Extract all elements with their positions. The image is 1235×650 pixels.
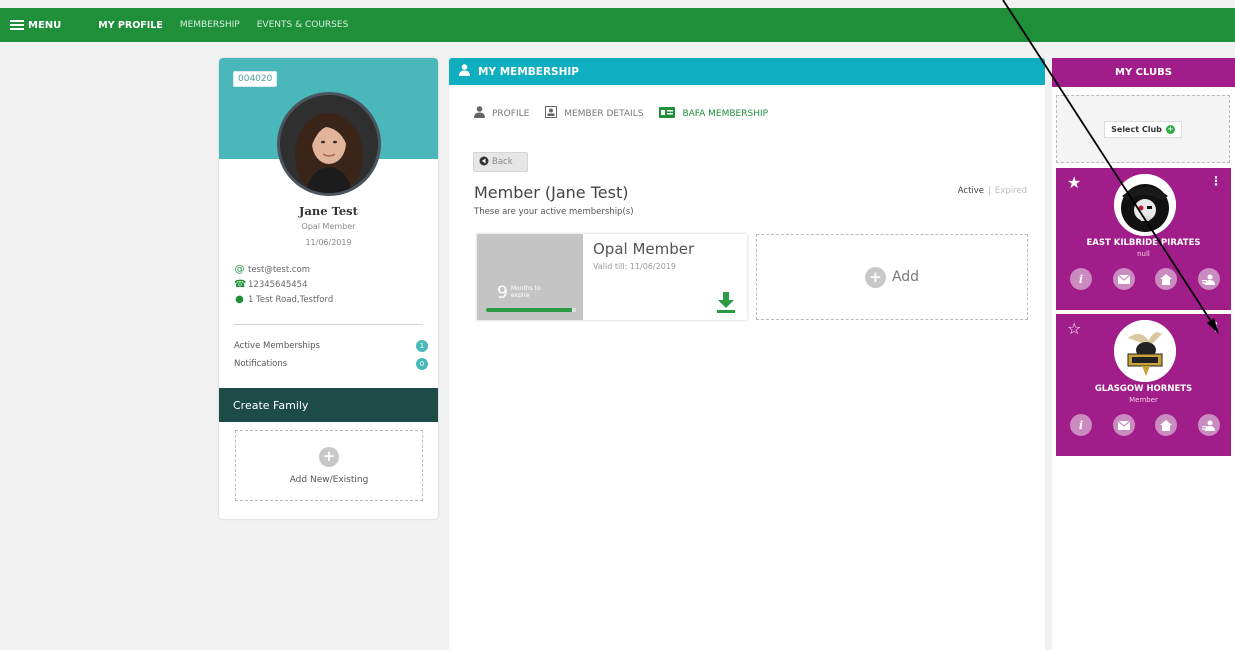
club-name: GLASGOW HORNETS	[1094, 384, 1193, 394]
hamburger-icon	[10, 20, 24, 30]
club-card-glasgow-hornets[interactable]: ☆ ⋮ GLASGOW HORNETS Member i	[1056, 314, 1231, 456]
clubs-panel: MY CLUBS Select Club + ★ ⋮ EAST KILBRIDE…	[1052, 58, 1235, 650]
phone-icon: ☎	[234, 279, 247, 290]
home-icon[interactable]	[1155, 414, 1178, 436]
tab-member-details[interactable]: MEMBER DETAILS	[545, 106, 643, 121]
club-role: Member	[1129, 396, 1158, 404]
add-membership-button[interactable]: + Add	[756, 234, 1028, 320]
info-icon[interactable]: i	[1070, 268, 1092, 290]
mail-icon[interactable]	[1112, 268, 1135, 290]
add-circle-icon: +	[1165, 124, 1175, 134]
tab-profile[interactable]: PROFILE	[474, 106, 529, 121]
membership-card[interactable]: 9 Months to expire Opal Member Valid til…	[477, 234, 747, 320]
months-text: Months to expire	[510, 285, 541, 299]
contact-email[interactable]: @ test@test.com	[234, 264, 311, 275]
contact-phone[interactable]: ☎ 12345645454	[234, 279, 308, 290]
stat-label: Notifications	[234, 359, 288, 369]
profile-name: Jane Test	[299, 204, 358, 218]
tab-label: PROFILE	[492, 108, 530, 119]
location-pin-icon: ●	[235, 294, 244, 305]
info-icon[interactable]: i	[1070, 414, 1092, 436]
stat-label: Active Memberships	[234, 341, 320, 351]
months-value: 9	[497, 283, 508, 303]
menu-button[interactable]: MENU	[10, 20, 61, 31]
filter-separator: |	[988, 186, 991, 196]
id-card-icon	[545, 106, 558, 121]
person-icon	[474, 106, 485, 121]
membership-card-expiry: 9 Months to expire	[477, 234, 583, 320]
select-club-label: Select Club	[1111, 124, 1162, 134]
plus-icon: +	[864, 266, 886, 288]
top-nav: MENU MY PROFILE MEMBERSHIP EVENTS & COUR…	[0, 8, 1235, 42]
nav-link-events-courses[interactable]: EVENTS & COURSES	[257, 20, 349, 30]
membership-tabs: PROFILE MEMBER DETAILS BAFA MEMBERSHIP	[474, 106, 768, 121]
profile-tier: Opal Member	[301, 222, 356, 231]
club-actions: i	[1070, 268, 1220, 290]
back-label: Back	[492, 157, 513, 167]
add-membership-label: Add	[891, 269, 920, 285]
email-text: test@test.com	[248, 264, 311, 275]
clubs-header: MY CLUBS	[1052, 58, 1235, 87]
star-filled-icon[interactable]: ★	[1067, 173, 1081, 192]
membership-header: MY MEMBERSHIP	[449, 58, 1045, 85]
select-club-button[interactable]: Select Club +	[1104, 120, 1182, 138]
status-filter: Active | Expired	[958, 186, 1027, 196]
membership-panel: MY MEMBERSHIP PROFILE MEMBER DETAILS BAF…	[449, 58, 1045, 650]
back-arrow-icon	[479, 156, 489, 169]
filter-active[interactable]: Active	[958, 186, 984, 196]
back-button[interactable]: Back	[473, 152, 528, 172]
nav-link-my-profile[interactable]: MY PROFILE	[98, 20, 163, 31]
profile-divider	[234, 324, 423, 325]
membership-header-title: MY MEMBERSHIP	[478, 65, 579, 78]
membership-valid: Valid till: 11/06/2019	[593, 262, 676, 271]
membership-card-icon	[659, 106, 676, 121]
club-actions: i	[1070, 414, 1220, 436]
mail-icon[interactable]	[1112, 414, 1135, 436]
select-club-area: Select Club +	[1056, 95, 1230, 163]
phone-text: 12345645454	[248, 279, 308, 290]
tab-label: BAFA MEMBERSHIP	[682, 108, 769, 119]
pirates-logo-icon	[1114, 174, 1176, 236]
avatar[interactable]	[277, 92, 381, 196]
club-name: EAST KILBRIDE PIRATES	[1086, 238, 1201, 248]
create-family-button[interactable]: Create Family	[219, 388, 438, 422]
home-icon[interactable]	[1155, 268, 1178, 290]
stat-notifications[interactable]: Notifications 0	[234, 358, 428, 370]
member-code: 004020	[233, 71, 278, 87]
filter-expired[interactable]: Expired	[995, 186, 1027, 196]
stat-active-memberships[interactable]: Active Memberships 1	[234, 340, 428, 352]
download-icon[interactable]	[717, 292, 735, 314]
tab-bafa-membership[interactable]: BAFA MEMBERSHIP	[659, 106, 768, 121]
star-outline-icon[interactable]: ☆	[1067, 319, 1081, 338]
at-icon: @	[234, 264, 245, 275]
count-badge: 1	[416, 340, 428, 352]
more-options-icon[interactable]: ⋮	[1210, 174, 1222, 188]
plus-icon: +	[319, 446, 339, 467]
club-role: null	[1137, 250, 1150, 258]
address-text: 1 Test Road,Testford	[248, 294, 334, 305]
count-badge: 0	[416, 358, 428, 370]
membership-title: Opal Member	[593, 240, 695, 258]
hornets-logo-icon	[1114, 320, 1176, 382]
more-options-icon[interactable]: ⋮	[1210, 320, 1222, 334]
months-to-expire: 9 Months to expire	[497, 283, 545, 303]
add-existing-label: Add New/Existing	[289, 474, 369, 485]
member-subtitle: These are your active membership(s)	[474, 207, 634, 217]
add-family-member-button[interactable]: + Add New/Existing	[235, 430, 423, 501]
progress-fill	[486, 308, 572, 312]
user-search-icon[interactable]	[1197, 414, 1220, 436]
club-card-east-kilbride-pirates[interactable]: ★ ⋮ EAST KILBRIDE PIRATES null i	[1056, 168, 1231, 310]
contact-address: ● 1 Test Road,Testford	[234, 294, 333, 305]
expiry-progress-bar	[486, 308, 576, 312]
person-icon	[459, 64, 470, 79]
membership-card-details: Opal Member Valid till: 11/06/2019	[583, 234, 747, 320]
nav-link-membership[interactable]: MEMBERSHIP	[180, 20, 240, 30]
member-title: Member (Jane Test)	[474, 183, 629, 202]
profile-card: 004020 Jane Test Opal Member 11/06/2019 …	[219, 58, 438, 519]
profile-date: 11/06/2019	[305, 238, 352, 247]
user-search-icon[interactable]	[1197, 268, 1220, 290]
tab-label: MEMBER DETAILS	[564, 108, 644, 119]
menu-label: MENU	[28, 19, 62, 31]
